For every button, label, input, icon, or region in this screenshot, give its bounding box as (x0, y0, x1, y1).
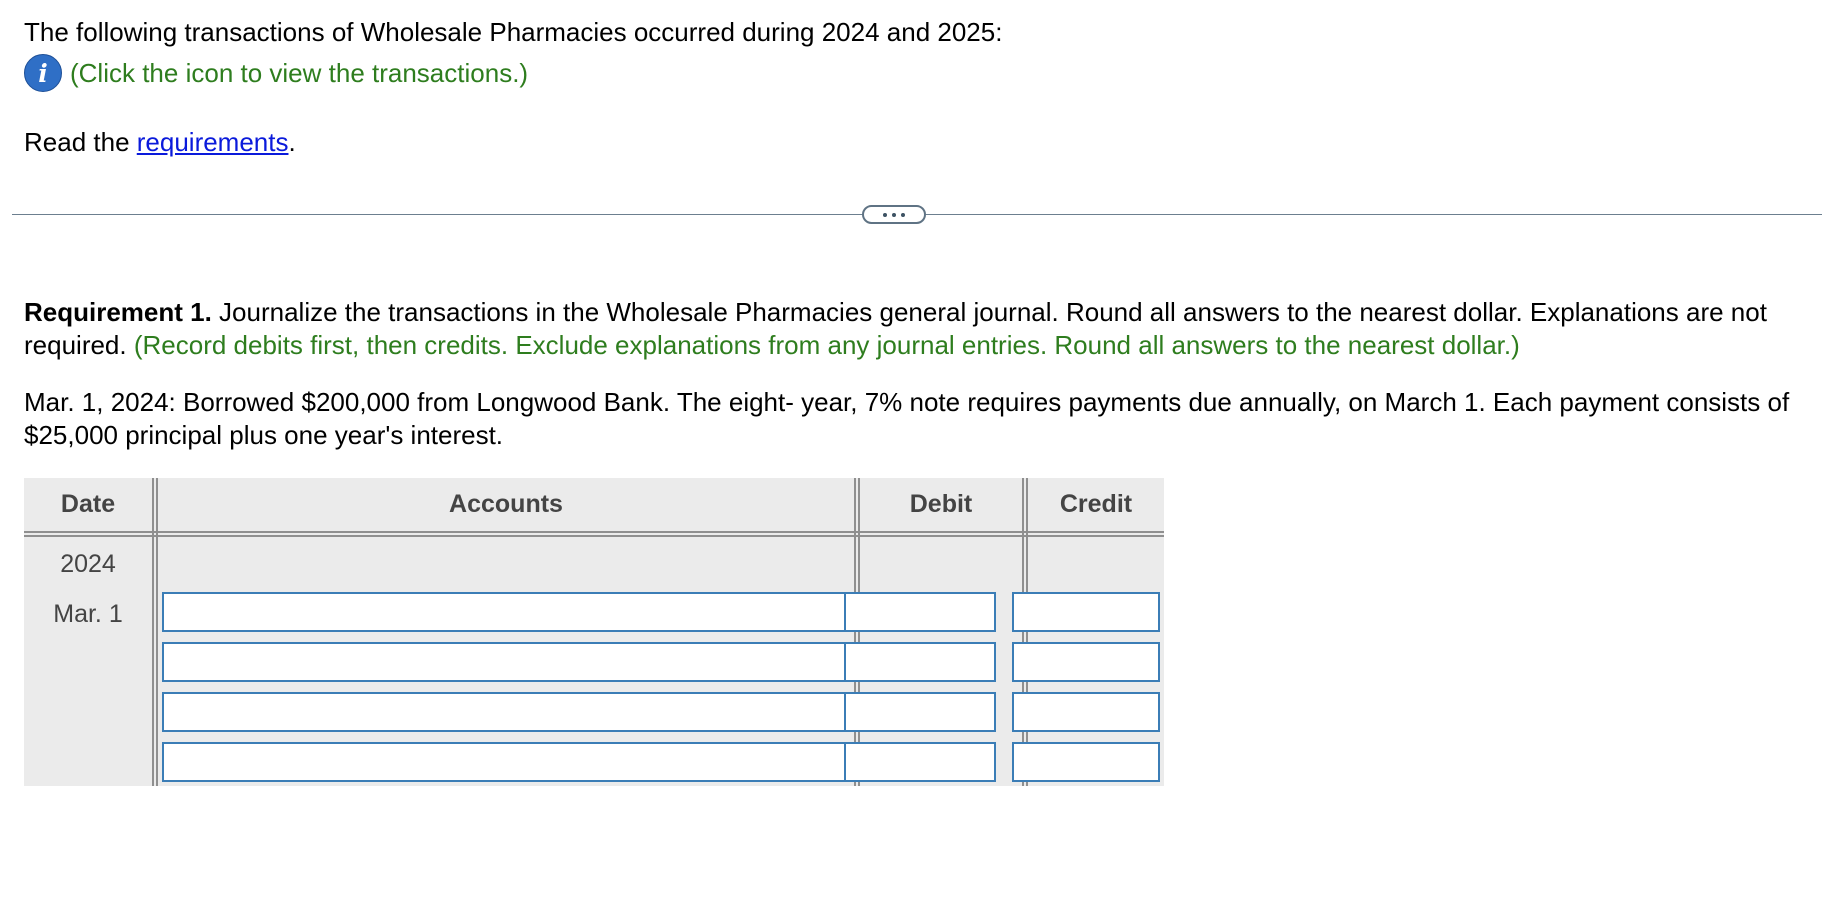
account-input[interactable] (162, 592, 852, 632)
header-credit: Credit (1059, 490, 1133, 518)
account-input[interactable] (162, 742, 852, 782)
header-debit: Debit (909, 490, 973, 518)
info-icon[interactable]: i (24, 54, 62, 92)
account-input[interactable] (162, 642, 852, 682)
header-separator (24, 531, 1164, 537)
read-prefix: Read the (24, 127, 137, 157)
header-accounts: Accounts (449, 490, 563, 518)
debit-input[interactable] (844, 592, 996, 632)
read-suffix: . (288, 127, 296, 157)
more-dots-icon[interactable] (862, 205, 926, 224)
credit-input[interactable] (1012, 742, 1160, 782)
requirement-label: Requirement 1. (24, 297, 212, 327)
debit-input[interactable] (844, 742, 996, 782)
read-requirements: Read the requirements. (24, 124, 296, 160)
transaction-description: Mar. 1, 2024: Borrowed $200,000 from Lon… (24, 387, 1790, 450)
requirements-link[interactable]: requirements (137, 127, 289, 157)
requirement-1: Requirement 1. Journalize the transactio… (24, 296, 1804, 362)
date-day: Mar. 1 (53, 600, 123, 628)
debit-input[interactable] (844, 642, 996, 682)
requirement-note: (Record debits first, then credits. Excl… (133, 330, 1520, 360)
debit-input[interactable] (844, 692, 996, 732)
date-year: 2024 (60, 550, 116, 578)
credit-input[interactable] (1012, 642, 1160, 682)
info-row: i (Click the icon to view the transactio… (24, 54, 528, 92)
credit-input[interactable] (1012, 692, 1160, 732)
credit-input[interactable] (1012, 592, 1160, 632)
column-separator (854, 478, 860, 786)
journal-table: Date Accounts Debit Credit 2024 Mar. 1 (24, 478, 1164, 786)
column-separator (152, 478, 158, 786)
column-separator (1022, 478, 1028, 786)
intro-text: The following transactions of Wholesale … (24, 17, 1003, 47)
click-icon-hint: (Click the icon to view the transactions… (70, 58, 529, 88)
header-date: Date (60, 490, 116, 518)
account-input[interactable] (162, 692, 852, 732)
